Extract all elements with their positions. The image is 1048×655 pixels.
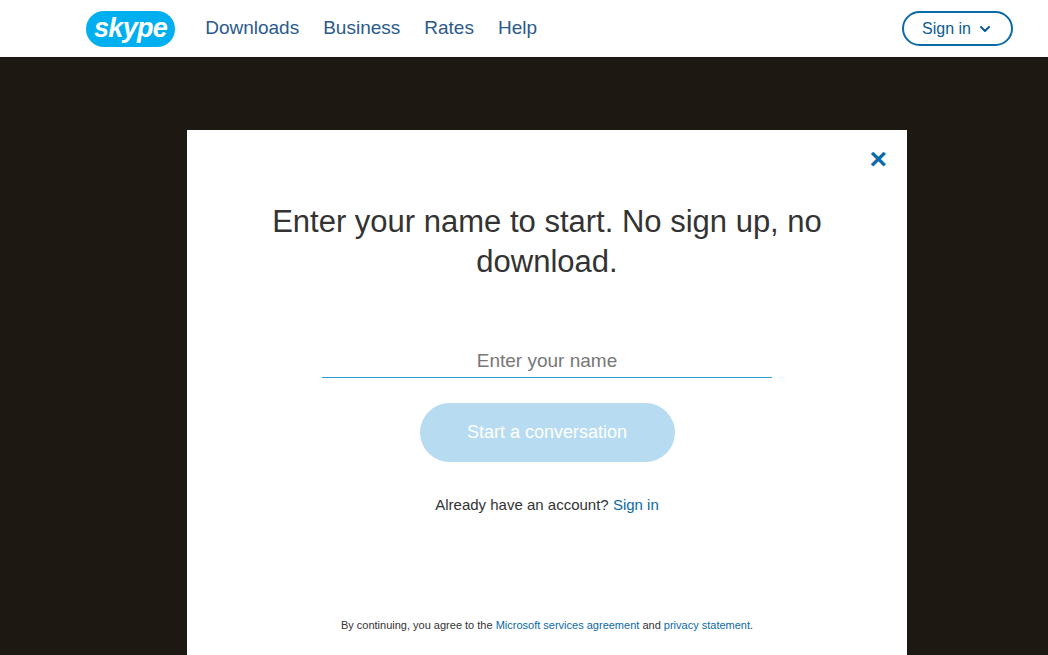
top-nav: skype Downloads Business Rates Help Sign in: [0, 0, 1048, 57]
dialog-heading: Enter your name to start. No sign up, no…: [227, 202, 867, 282]
close-button[interactable]: ×: [869, 144, 887, 174]
legal-text: By continuing, you agree to the Microsof…: [341, 617, 753, 634]
nav-links: Downloads Business Rates Help: [205, 14, 537, 43]
sign-in-button[interactable]: Sign in: [902, 11, 1013, 46]
skype-logo[interactable]: skype: [86, 11, 175, 47]
start-dialog: ×Enter your name to start. No sign up, n…: [187, 130, 907, 655]
chevron-down-icon: [977, 21, 993, 37]
account-prompt: Already have an account? Sign in: [435, 494, 659, 517]
sign-in-link[interactable]: Sign in: [613, 496, 659, 513]
nav-link[interactable]: Downloads: [205, 14, 299, 43]
privacy-link[interactable]: privacy statement: [664, 619, 750, 631]
name-input[interactable]: [322, 344, 772, 378]
services-agreement-link[interactable]: Microsoft services agreement: [496, 619, 640, 631]
hero-photo: ×Enter your name to start. No sign up, n…: [0, 57, 1048, 655]
nav-link[interactable]: Help: [498, 14, 537, 43]
skype-page: skypeDownloadsBusinessRatesHelpSign in×E…: [0, 0, 1048, 655]
nav-link[interactable]: Business: [323, 14, 400, 43]
nav-link[interactable]: Rates: [424, 14, 474, 43]
start-conversation-button[interactable]: Start a conversation: [420, 403, 675, 462]
